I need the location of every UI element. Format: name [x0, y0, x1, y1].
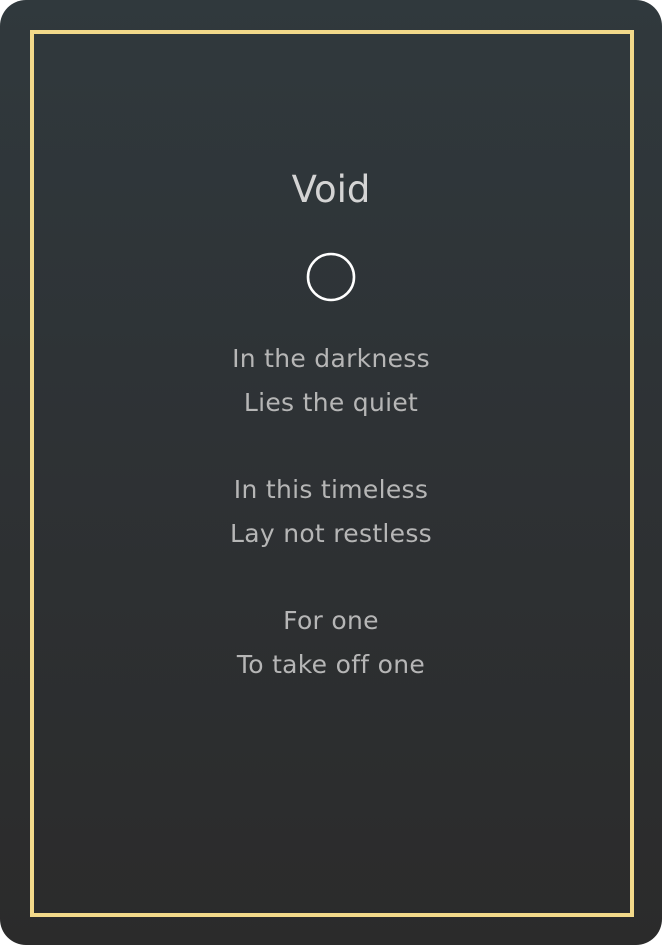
stanza-1: In the darkness Lies the quiet — [0, 337, 662, 425]
stanza-2: In this timeless Lay not restless — [0, 468, 662, 556]
poem-line: To take off one — [236, 650, 426, 679]
stanza-3: For one To take off one — [0, 599, 662, 687]
hollow-circle-icon — [306, 252, 356, 302]
poem-line: In this timeless — [233, 475, 429, 504]
poem-card: Void In the darkness Lies the quiet In t… — [0, 0, 662, 945]
poem-line: Lay not restless — [230, 519, 432, 548]
poem-line: In the darkness — [232, 344, 430, 373]
poem-line: For one — [283, 606, 379, 635]
card-title: Void — [291, 168, 371, 211]
poem-line: Lies the quiet — [243, 388, 419, 417]
poem-body: In the darkness Lies the quiet In this t… — [0, 337, 662, 730]
